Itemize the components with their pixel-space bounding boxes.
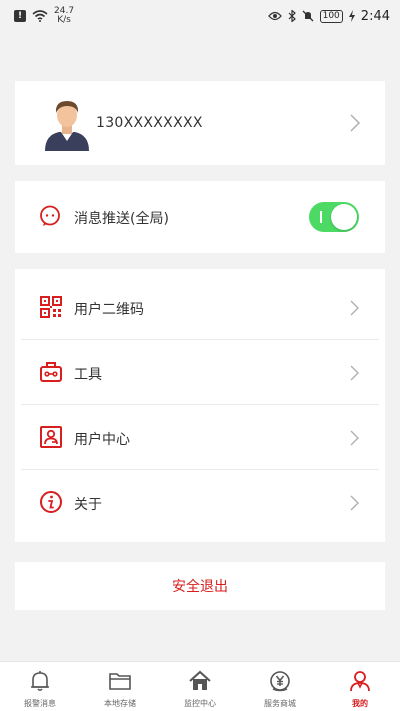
home-icon xyxy=(189,670,211,690)
shop-icon xyxy=(270,671,290,692)
logout-card: 安全退出 xyxy=(15,562,385,610)
battery-indicator: 100 xyxy=(319,9,343,23)
person-icon xyxy=(350,671,370,692)
tab-alarm-messages[interactable]: 报警消息 xyxy=(0,662,80,711)
chevron-right-icon xyxy=(350,114,361,132)
tab-mine[interactable]: 我的 xyxy=(320,662,400,711)
tab-label: 本地存储 xyxy=(104,699,136,708)
qrcode-icon xyxy=(40,296,62,318)
chevron-right-icon xyxy=(350,430,359,446)
tab-local-storage[interactable]: 本地存储 xyxy=(80,662,160,711)
push-toggle[interactable] xyxy=(309,202,359,232)
menu-item-user-center[interactable]: 用户中心 xyxy=(15,405,385,470)
bell-icon xyxy=(31,671,49,692)
tab-service-mall[interactable]: 服务商城 xyxy=(240,662,320,711)
chevron-right-icon xyxy=(350,365,359,381)
menu-item-label: 工具 xyxy=(74,367,102,383)
tab-label: 服务商城 xyxy=(264,699,296,708)
eye-icon xyxy=(267,11,282,21)
toggle-knob xyxy=(331,204,357,230)
message-bubble-icon xyxy=(40,205,60,226)
notification-alert-icon: ! xyxy=(14,10,26,22)
profile-card[interactable]: 130XXXXXXXX xyxy=(15,81,385,165)
tab-label: 报警消息 xyxy=(24,699,56,708)
chevron-right-icon xyxy=(350,300,359,316)
bottom-tab-bar: 报警消息 本地存储 监控中心 服务商城 我的 xyxy=(0,661,400,711)
menu-item-label: 关于 xyxy=(74,497,102,513)
charging-icon xyxy=(348,10,355,22)
menu-card: 用户二维码 工具 用户中心 关于 xyxy=(15,269,385,542)
menu-item-qrcode[interactable]: 用户二维码 xyxy=(15,275,385,340)
mute-bell-icon xyxy=(302,10,314,22)
menu-item-label: 用户中心 xyxy=(74,432,130,448)
status-bar: ! 24.7 K/s 100 2:44 xyxy=(0,0,400,32)
user-card-icon xyxy=(40,426,62,448)
push-settings-card: 消息推送(全局) xyxy=(15,181,385,253)
toolbox-icon xyxy=(40,362,62,382)
push-label: 消息推送(全局) xyxy=(74,211,169,227)
bluetooth-icon xyxy=(288,10,296,22)
folder-icon xyxy=(109,673,131,690)
logout-button[interactable]: 安全退出 xyxy=(15,562,385,610)
toggle-on-mark xyxy=(320,211,322,223)
chevron-right-icon xyxy=(350,495,359,511)
tab-monitor-center[interactable]: 监控中心 xyxy=(160,662,240,711)
menu-item-label: 用户二维码 xyxy=(74,302,144,318)
avatar xyxy=(45,101,89,151)
network-speed: 24.7 K/s xyxy=(54,6,75,25)
tab-label: 我的 xyxy=(352,699,368,708)
clock: 2:44 xyxy=(360,8,390,24)
phone-number: 130XXXXXXXX xyxy=(96,115,203,131)
wifi-icon xyxy=(32,10,48,22)
menu-item-tools[interactable]: 工具 xyxy=(15,340,385,405)
tab-label: 监控中心 xyxy=(184,699,216,708)
menu-item-about[interactable]: 关于 xyxy=(15,470,385,535)
info-icon xyxy=(40,491,62,513)
